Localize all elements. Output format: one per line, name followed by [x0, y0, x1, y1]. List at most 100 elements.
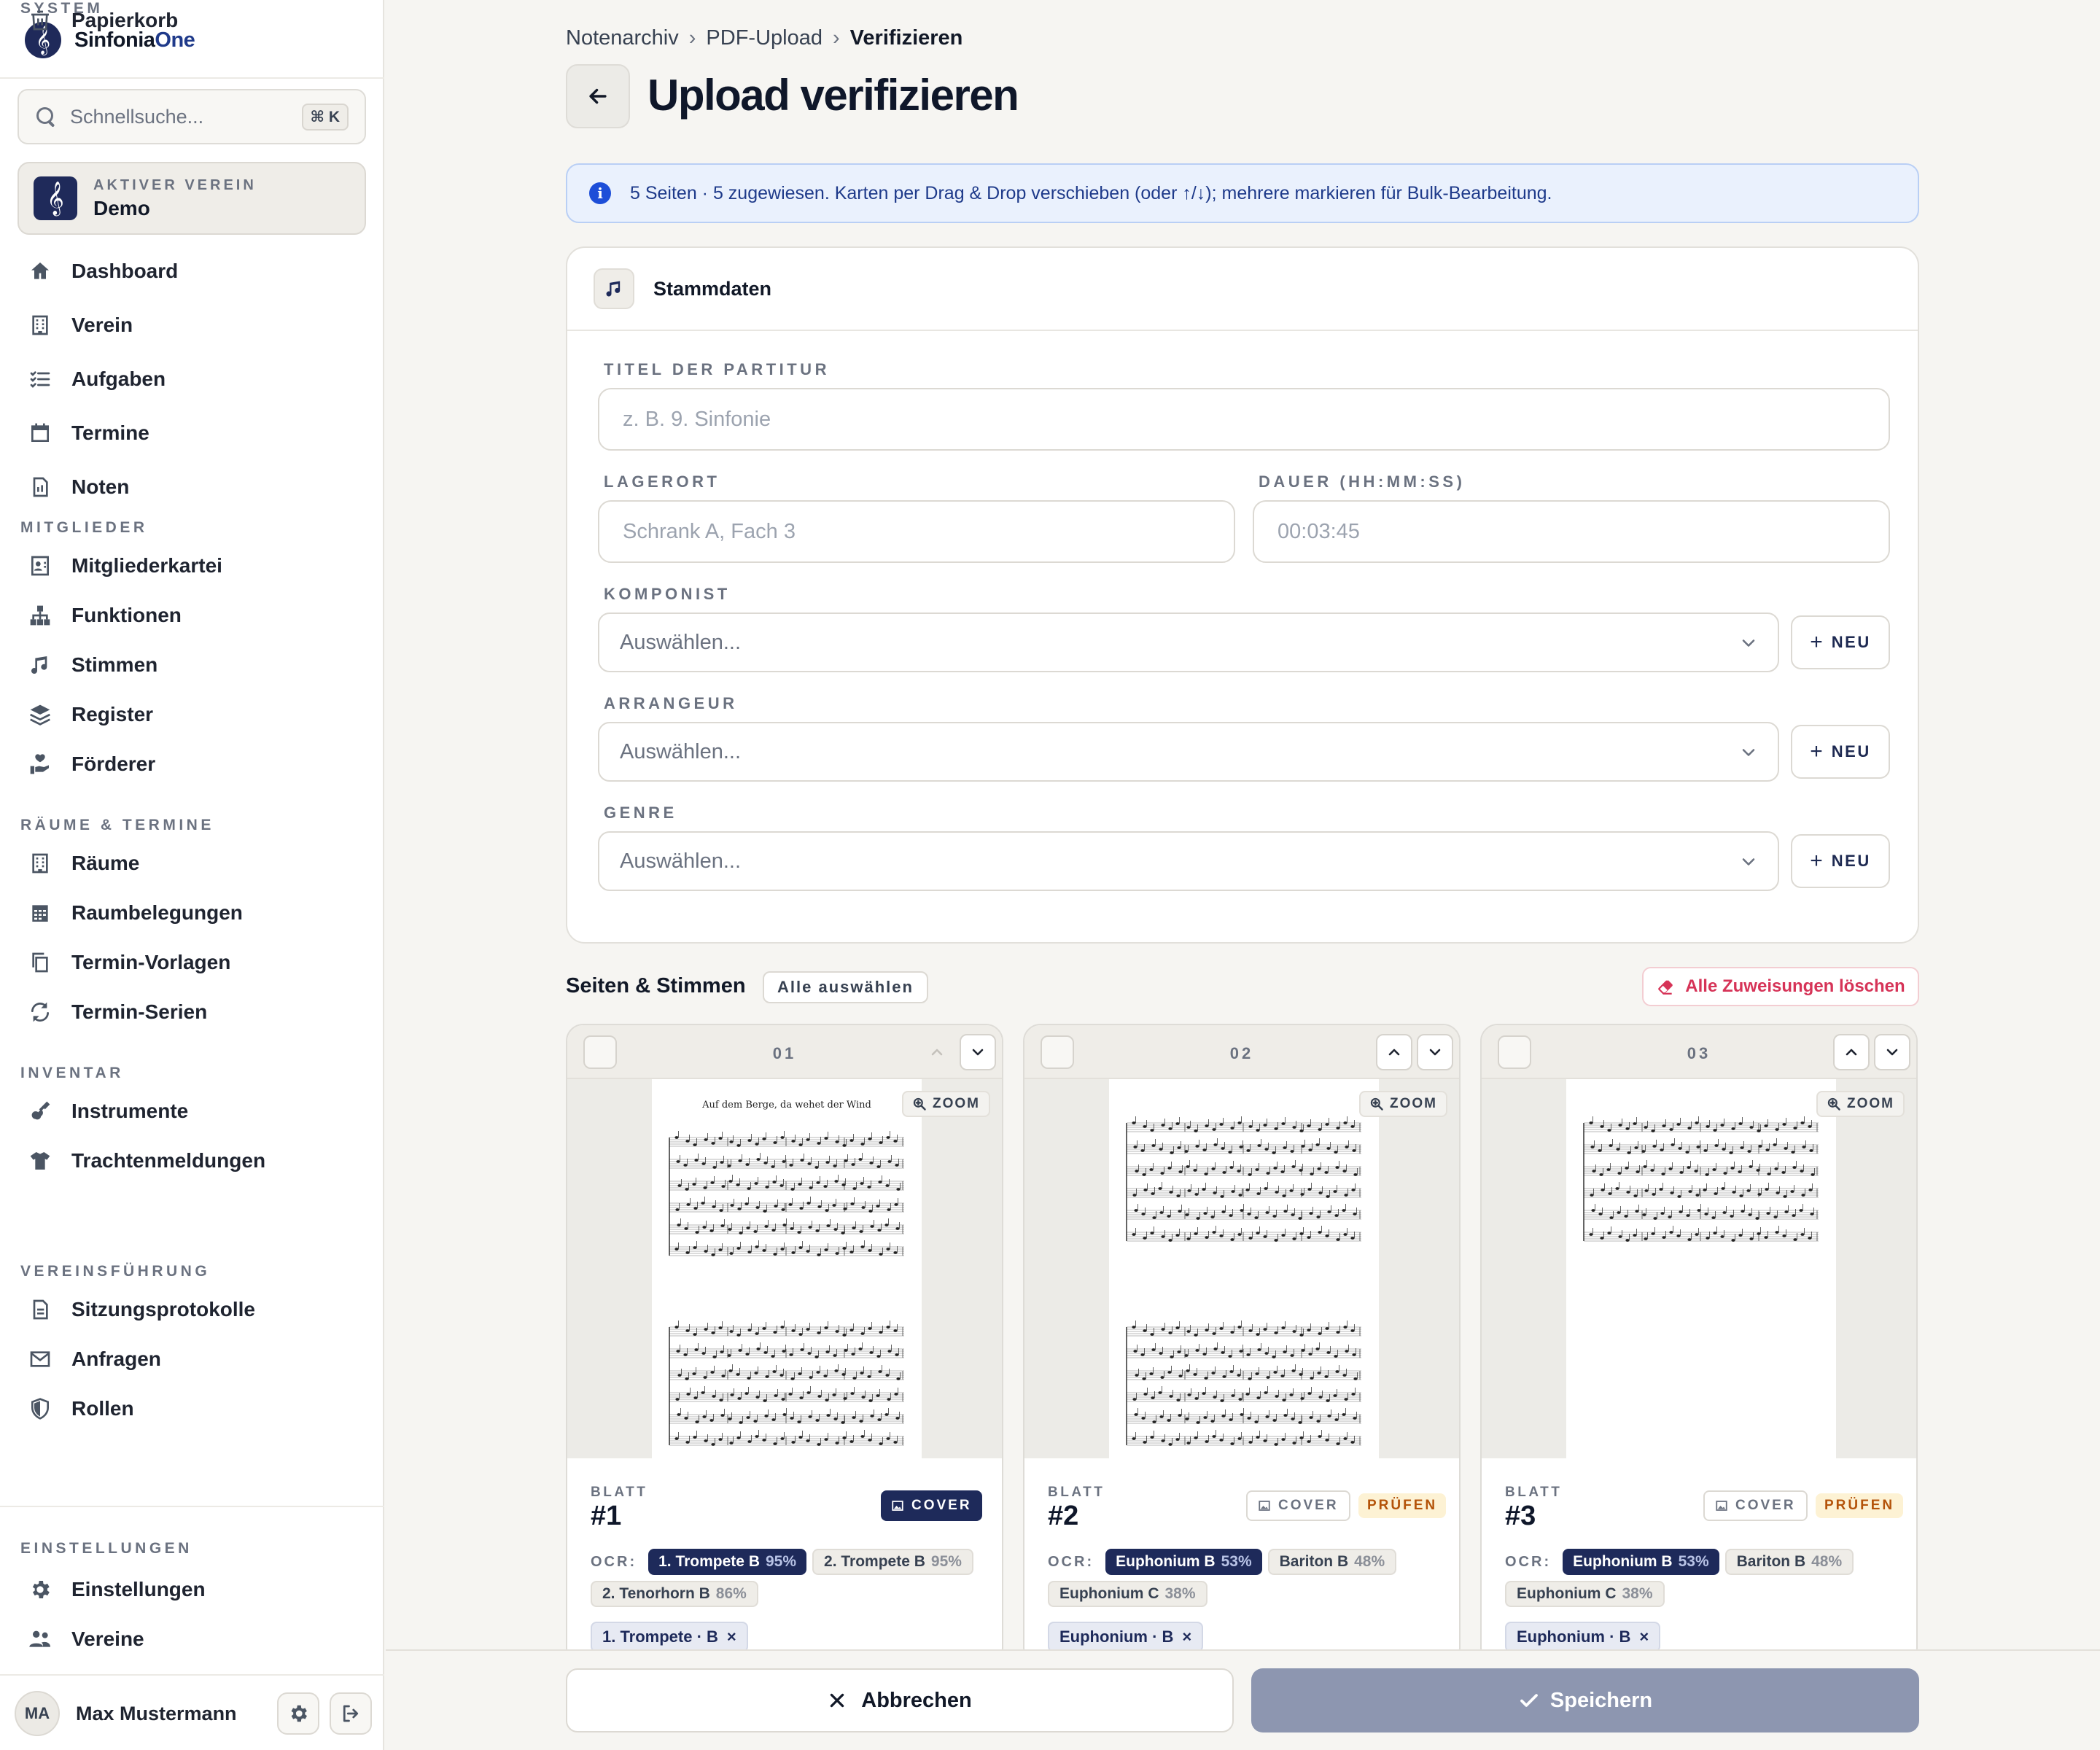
sidebar-item-verein[interactable]: Verein — [28, 305, 363, 346]
sidebar-item-papierkorb[interactable]: Papierkorb — [28, 0, 363, 41]
zoom-button[interactable]: ZOOM — [902, 1091, 990, 1117]
ocr-chip[interactable]: 2. Tenorhorn B 86% — [591, 1581, 758, 1607]
sidebar-item-termine[interactable]: Termine — [28, 413, 363, 454]
breadcrumb-link[interactable]: Notenarchiv — [566, 26, 679, 50]
sidebar-item-anfragen[interactable]: Anfragen — [28, 1339, 363, 1380]
active-club-switcher[interactable]: 𝄞 AKTIVER VEREIN Demo — [18, 162, 366, 235]
sidebar-item-instrumente[interactable]: Instrumente — [28, 1091, 363, 1132]
new-genre-button[interactable]: + NEU — [1791, 834, 1890, 888]
sidebar-item-label: Termine — [71, 421, 149, 444]
sidebar-item-raumbelegungen[interactable]: Raumbelegungen — [28, 892, 363, 933]
ocr-chip[interactable]: 1. Trompete B 95% — [648, 1549, 807, 1575]
move-down-button[interactable] — [1874, 1034, 1910, 1070]
page-title: Upload verifizieren — [648, 71, 1019, 120]
sheet-music-thumbnail — [1566, 1079, 1836, 1458]
page-preview[interactable]: ZOOM — [1482, 1079, 1916, 1458]
sidebar-item-aufgaben[interactable]: Aufgaben — [28, 359, 363, 400]
ocr-suggestions: OCR: Euphonium B 53% Bariton B 48% Euphonium … — [1505, 1549, 1899, 1607]
sidebar-item-label: Funktionen — [71, 604, 182, 626]
nav-section-heading: RÄUME & TERMINE — [20, 817, 214, 833]
field-label: GENRE — [604, 804, 677, 822]
zoom-button[interactable]: ZOOM — [1816, 1091, 1905, 1117]
user-settings-button[interactable] — [277, 1692, 319, 1735]
sidebar-item-dashboard[interactable]: Dashboard — [28, 251, 363, 292]
shield-icon — [28, 1396, 52, 1421]
cancel-button[interactable]: Abbrechen — [566, 1668, 1234, 1732]
assigned-voice-tag: Euphonium · B × — [1505, 1622, 1661, 1652]
page-preview[interactable]: Auf dem Berge, da wehet der Wind ZOOM — [567, 1079, 1002, 1458]
image-icon — [1259, 1501, 1270, 1511]
sidebar-item-rollen[interactable]: Rollen — [28, 1388, 363, 1429]
ocr-chip[interactable]: Euphonium B 53% — [1105, 1549, 1262, 1575]
breadcrumb-link[interactable]: PDF-Upload — [706, 26, 822, 50]
page-card-header: 03 — [1482, 1025, 1916, 1079]
logout-button[interactable] — [330, 1692, 372, 1735]
ocr-chip[interactable]: Bariton B 48% — [1724, 1549, 1854, 1575]
chevron-up-icon — [1388, 1049, 1400, 1056]
title-input[interactable]: z. B. 9. Sinfonie — [598, 388, 1890, 451]
sidebar-item-label: Anfragen — [71, 1348, 161, 1370]
composer-select[interactable]: Auswählen... — [598, 612, 1779, 672]
search-icon — [35, 106, 57, 128]
arranger-select[interactable]: Auswählen... — [598, 722, 1779, 782]
guitar-icon — [28, 1099, 52, 1124]
remove-icon[interactable]: × — [1639, 1628, 1649, 1646]
cover-toggle[interactable]: COVER — [1246, 1490, 1350, 1521]
ocr-chip[interactable]: Bariton B 48% — [1267, 1549, 1397, 1575]
back-button[interactable] — [566, 64, 630, 128]
page-card[interactable]: 03 ZOOM BLATT #3 COVER PRÜFEN OCR: Euphonium B5… — [1480, 1024, 1918, 1665]
move-up-button[interactable] — [919, 1034, 955, 1070]
save-button[interactable]: Speichern — [1251, 1668, 1919, 1732]
new-composer-button[interactable]: + NEU — [1791, 615, 1890, 669]
remove-icon[interactable]: × — [1182, 1628, 1191, 1646]
sidebar-item-termin-vorlagen[interactable]: Termin-Vorlagen — [28, 942, 363, 983]
quick-search[interactable]: Schnellsuche... ⌘ K — [18, 89, 366, 144]
id-card-icon — [28, 553, 52, 578]
section-title: Seiten & Stimmen — [566, 974, 746, 998]
club-name: Demo — [93, 196, 150, 219]
sidebar-item-einstellungen[interactable]: Einstellungen — [28, 1569, 363, 1610]
sidebar-item-mitgliederkartei[interactable]: Mitgliederkartei — [28, 545, 363, 586]
sidebar-item-register[interactable]: Register — [28, 694, 363, 735]
genre-select[interactable]: Auswählen... — [598, 831, 1779, 891]
sidebar-item-noten[interactable]: Noten — [28, 467, 363, 508]
page-card[interactable]: 01 Auf dem Berge, da wehet der Wind ZOOM BL… — [566, 1024, 1003, 1665]
sidebar-item-vereine[interactable]: Vereine — [28, 1619, 363, 1660]
page-card-header: 02 — [1024, 1025, 1459, 1079]
sidebar-item-trachtenmeldungen[interactable]: Trachtenmeldungen — [28, 1140, 363, 1181]
cover-toggle[interactable]: COVER — [1703, 1490, 1808, 1521]
ocr-chip[interactable]: Euphonium C 38% — [1048, 1581, 1208, 1607]
ocr-chip[interactable]: Euphonium C 38% — [1505, 1581, 1665, 1607]
ocr-chip[interactable]: 2. Trompete B 95% — [812, 1549, 973, 1575]
arrow-left-icon — [589, 88, 607, 104]
page-preview[interactable]: ZOOM — [1024, 1079, 1459, 1458]
field-label: KOMPONIST — [604, 585, 731, 603]
check-icon — [1520, 1694, 1538, 1707]
zoom-button[interactable]: ZOOM — [1359, 1091, 1447, 1117]
sidebar-item-label: Mitgliederkartei — [71, 554, 222, 577]
storage-location-input[interactable]: Schrank A, Fach 3 — [598, 500, 1235, 563]
avatar[interactable]: MA — [15, 1691, 60, 1736]
move-up-button[interactable] — [1376, 1034, 1412, 1070]
duration-input[interactable]: 00:03:45 — [1253, 500, 1890, 563]
sidebar-item-forderer[interactable]: Förderer — [28, 744, 363, 785]
remove-icon[interactable]: × — [727, 1628, 736, 1646]
move-down-button[interactable] — [1417, 1034, 1453, 1070]
stammdaten-card: Stammdaten TITEL DER PARTITUR z. B. 9. S… — [566, 246, 1919, 944]
move-up-button[interactable] — [1833, 1034, 1870, 1070]
sidebar-item-raume[interactable]: Räume — [28, 843, 363, 884]
cover-toggle[interactable]: COVER — [881, 1490, 982, 1521]
sidebar-item-funktionen[interactable]: Funktionen — [28, 595, 363, 636]
chevron-up-icon — [1846, 1049, 1857, 1056]
move-down-button[interactable] — [960, 1034, 996, 1070]
sidebar-item-termin-serien[interactable]: Termin-Serien — [28, 992, 363, 1032]
sidebar-item-label: Trachtenmeldungen — [71, 1149, 266, 1172]
sidebar-item-sitzungsprotokolle[interactable]: Sitzungsprotokolle — [28, 1289, 363, 1330]
ocr-chip[interactable]: Euphonium B 53% — [1563, 1549, 1719, 1575]
sidebar-item-stimmen[interactable]: Stimmen — [28, 645, 363, 685]
clear-assignments-button[interactable]: Alle Zuweisungen löschen — [1642, 967, 1919, 1006]
page-card[interactable]: 02 ZOOM BLATT #2 COVER PRÜFEN OCR: Euphonium B5… — [1023, 1024, 1461, 1665]
new-arranger-button[interactable]: + NEU — [1791, 725, 1890, 779]
sidebar: 𝄞 SinfoniaOne Schnellsuche... ⌘ K 𝄞 AKTI… — [0, 0, 384, 1750]
select-all-button[interactable]: Alle auswählen — [763, 971, 928, 1003]
